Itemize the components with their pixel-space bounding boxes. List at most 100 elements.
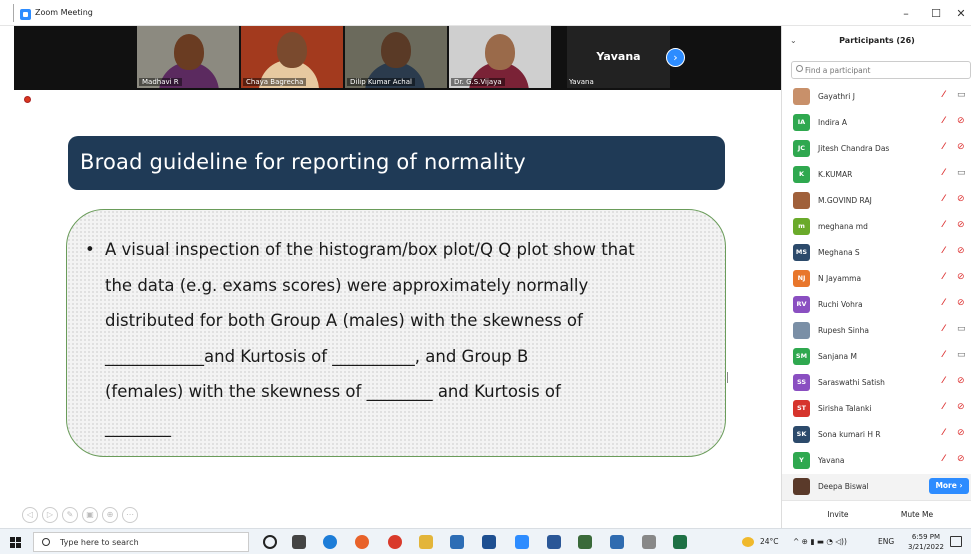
participant-row[interactable]: SK Sona kumari H R ⁄ ⊘ xyxy=(782,422,971,448)
slide-line: ____________and Kurtosis of __________, … xyxy=(105,346,529,366)
participant-search[interactable] xyxy=(791,61,971,79)
participant-name: Yavana xyxy=(818,456,845,465)
network-app-icon[interactable] xyxy=(610,535,624,549)
store-icon[interactable] xyxy=(482,535,496,549)
maximize-button[interactable]: ☐ xyxy=(925,6,947,22)
window-edge xyxy=(8,4,14,22)
app-icon[interactable] xyxy=(578,535,592,549)
chrome-icon[interactable] xyxy=(388,535,402,549)
participant-name: Saraswathi Satish xyxy=(818,378,885,387)
invite-button[interactable]: Invite xyxy=(816,507,860,523)
camera-off-icon: ⊘ xyxy=(957,142,965,152)
slide-line: A visual inspection of the histogram/box… xyxy=(83,232,703,268)
muted-mic-icon: ⁄ xyxy=(943,428,945,438)
muted-mic-icon: ⁄ xyxy=(943,168,945,178)
participant-name: N Jayamma xyxy=(818,274,862,283)
system-tray-icons[interactable]: ^ ⊕ ▮ ▬ ◔ ◁)) xyxy=(793,537,847,546)
calculator-icon[interactable] xyxy=(642,535,656,549)
muted-mic-icon: ⁄ xyxy=(943,272,945,282)
participant-row[interactable]: ST Sirisha Talanki ⁄ ⊘ xyxy=(782,396,971,422)
participant-avatar: NJ xyxy=(793,270,810,287)
cortana-icon[interactable] xyxy=(263,535,277,549)
language-indicator[interactable]: ENG xyxy=(878,537,894,546)
camera-icon: ▭ xyxy=(957,324,966,334)
slide-toolbar: ◁ ▷ ✎ ▣ ⊕ ⋯ xyxy=(22,502,142,523)
camera-icon: ▭ xyxy=(957,168,966,178)
close-button[interactable]: ✕ xyxy=(950,6,971,22)
camera-off-icon: ⊘ xyxy=(957,298,965,308)
firefox-icon[interactable] xyxy=(355,535,369,549)
participant-row[interactable]: Gayathri J ⁄ ▭ xyxy=(782,84,971,110)
edge-icon[interactable] xyxy=(323,535,337,549)
prev-slide-icon[interactable]: ◁ xyxy=(22,507,38,523)
participant-name: Indira A xyxy=(818,118,848,127)
participant-avatar: SS xyxy=(793,374,810,391)
windows-taskbar: Type here to search 24°C ^ ⊕ ▮ ▬ ◔ ◁)) E… xyxy=(0,528,971,554)
zoom-taskbar-icon[interactable] xyxy=(515,535,529,549)
video-tile[interactable]: Dr. G.S.Vijaya xyxy=(449,26,551,88)
windows-start-icon[interactable] xyxy=(10,537,21,548)
muted-mic-icon: ⁄ xyxy=(943,376,945,386)
participant-row[interactable]: Rupesh Sinha ⁄ ▭ xyxy=(782,318,971,344)
participant-name: meghana md xyxy=(818,222,868,231)
camera-off-icon: ⊘ xyxy=(957,402,965,412)
participant-name: Sanjana M xyxy=(818,352,857,361)
participant-row[interactable]: M.GOVIND RAJ ⁄ ⊘ xyxy=(782,188,971,214)
muted-mic-icon: ⁄ xyxy=(943,350,945,360)
slides-grid-icon[interactable]: ▣ xyxy=(82,507,98,523)
task-view-icon[interactable] xyxy=(292,535,306,549)
participant-row[interactable]: MS Meghana S ⁄ ⊘ xyxy=(782,240,971,266)
taskbar-search-placeholder: Type here to search xyxy=(60,538,139,547)
taskbar-search[interactable]: Type here to search xyxy=(33,532,249,552)
participant-list: Gayathri J ⁄ ▭ IA Indira A ⁄ ⊘ JC Jitesh Chandra… xyxy=(782,84,971,474)
weather-icon[interactable] xyxy=(742,537,754,547)
pen-icon[interactable]: ✎ xyxy=(62,507,78,523)
camera-icon: ▭ xyxy=(957,90,966,100)
participant-avatar xyxy=(793,192,810,209)
camera-off-icon: ⊘ xyxy=(957,194,965,204)
next-videos-button[interactable]: › xyxy=(666,48,685,67)
participant-row[interactable]: Deepa Biswal More › xyxy=(782,474,971,500)
participant-row[interactable]: JC Jitesh Chandra Das ⁄ ⊘ xyxy=(782,136,971,162)
slide-line: the data (e.g. exams scores) were approx… xyxy=(105,275,589,295)
camera-icon: ▭ xyxy=(957,350,966,360)
participant-avatar xyxy=(793,322,810,339)
video-tile[interactable]: Chaya Bagrecha xyxy=(241,26,343,88)
notification-icon[interactable] xyxy=(950,536,962,547)
next-slide-icon[interactable]: ▷ xyxy=(42,507,58,523)
participant-row[interactable]: SM Sanjana M ⁄ ▭ xyxy=(782,344,971,370)
participant-row[interactable]: K K.KUMAR ⁄ ▭ xyxy=(782,162,971,188)
clock-time: 6:59 PM xyxy=(911,533,941,541)
minimize-button[interactable]: – xyxy=(895,6,917,22)
participant-row[interactable]: Y Yavana ⁄ ⊘ xyxy=(782,448,971,474)
mail-icon[interactable] xyxy=(450,535,464,549)
muted-mic-icon: ⁄ xyxy=(943,220,945,230)
mute-me-button[interactable]: Mute Me xyxy=(895,507,939,523)
file-explorer-icon[interactable] xyxy=(419,535,433,549)
shared-slide: Broad guideline for reporting of normali… xyxy=(14,90,781,528)
participants-header: ⌄ Participants (26) xyxy=(782,26,971,56)
zoom-icon[interactable]: ⊕ xyxy=(102,507,118,523)
participant-row[interactable]: SS Saraswathi Satish ⁄ ⊘ xyxy=(782,370,971,396)
participant-avatar: RV xyxy=(793,296,810,313)
taskbar-clock[interactable]: 6:59 PM 3/21/2022 xyxy=(908,532,944,552)
active-speaker-tile[interactable]: Yavana Yavana xyxy=(567,26,670,88)
participant-name: K.KUMAR xyxy=(818,170,853,179)
participant-row[interactable]: RV Ruchi Vohra ⁄ ⊘ xyxy=(782,292,971,318)
participants-title: Participants (26) xyxy=(839,36,915,45)
video-tile[interactable]: Madhavi R xyxy=(137,26,239,88)
excel-icon[interactable] xyxy=(673,535,687,549)
temperature[interactable]: 24°C xyxy=(760,537,779,546)
word-icon[interactable] xyxy=(547,535,561,549)
participant-row[interactable]: m meghana md ⁄ ⊘ xyxy=(782,214,971,240)
muted-mic-icon: ⁄ xyxy=(943,298,945,308)
more-options-icon[interactable]: ⋯ xyxy=(122,507,138,523)
active-speaker-name: Yavana xyxy=(596,50,641,63)
participant-avatar: ST xyxy=(793,400,810,417)
participant-row[interactable]: IA Indira A ⁄ ⊘ xyxy=(782,110,971,136)
video-tile[interactable]: Dilip Kumar Achal xyxy=(345,26,447,88)
more-button[interactable]: More › xyxy=(929,478,969,494)
participant-search-input[interactable] xyxy=(805,63,965,77)
participant-avatar: SK xyxy=(793,426,810,443)
participant-row[interactable]: NJ N Jayamma ⁄ ⊘ xyxy=(782,266,971,292)
